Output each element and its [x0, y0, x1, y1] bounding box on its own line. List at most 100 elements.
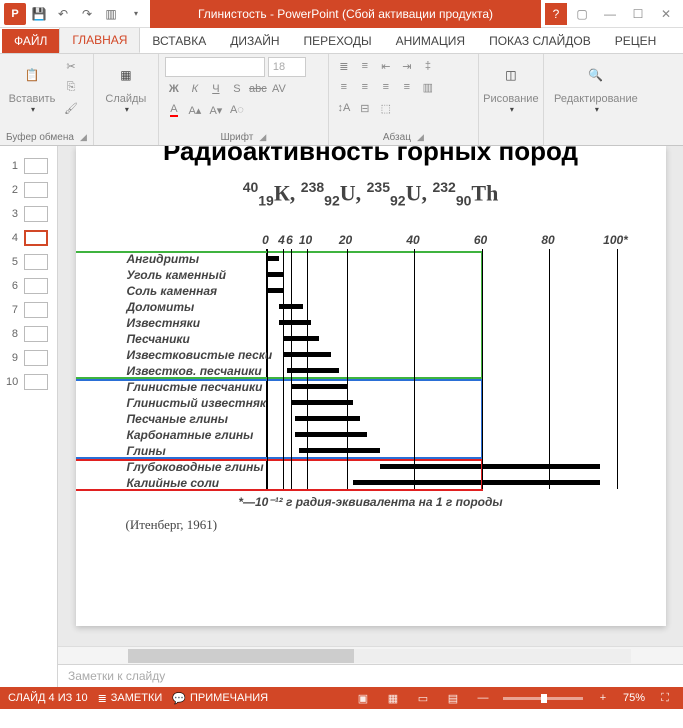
- thumb-number: 5: [6, 256, 18, 268]
- spacing-icon[interactable]: AV: [270, 80, 288, 98]
- tab-home[interactable]: ГЛАВНАЯ: [59, 28, 140, 53]
- hscroll-track[interactable]: [128, 649, 631, 663]
- thumbnail-1[interactable]: 1: [0, 154, 57, 178]
- slide-thumbnails[interactable]: 1234 5 678910: [0, 146, 58, 687]
- clipboard-launcher-icon[interactable]: ◢: [80, 132, 87, 143]
- redo-icon[interactable]: ↷: [76, 3, 98, 25]
- hscroll-thumb[interactable]: [128, 649, 354, 663]
- comments-toggle[interactable]: 💬 ПРИМЕЧАНИЯ: [172, 692, 268, 705]
- align-left-icon[interactable]: ≡: [335, 78, 353, 96]
- font-color-icon[interactable]: A: [165, 101, 183, 119]
- thumbnail-7[interactable]: 7: [0, 298, 57, 322]
- indent-inc-icon[interactable]: ⇥: [398, 57, 416, 75]
- indent-dec-icon[interactable]: ⇤: [377, 57, 395, 75]
- drawing-button[interactable]: ◫ Рисование ▾: [485, 57, 537, 116]
- align-center-icon[interactable]: ≡: [356, 78, 374, 96]
- copy-icon[interactable]: ⎘: [62, 78, 80, 96]
- paragraph-launcher-icon[interactable]: ◢: [417, 132, 424, 143]
- thumbnail-2[interactable]: 2: [0, 178, 57, 202]
- font-launcher-icon[interactable]: ◢: [259, 132, 266, 143]
- grow-font-icon[interactable]: A▴: [186, 101, 204, 119]
- justify-icon[interactable]: ≡: [398, 78, 416, 96]
- thumbnail-10[interactable]: 10: [0, 370, 57, 394]
- thumbnail-4[interactable]: 4: [0, 226, 57, 250]
- group-clipboard: 📋 Вставить ▾ ✂ ⎘ 🖌 Буфер обмена◢: [0, 54, 94, 145]
- columns-icon[interactable]: ▥: [419, 78, 437, 96]
- shadow-icon[interactable]: S: [228, 80, 246, 98]
- thumbnail-5[interactable]: 5: [0, 250, 57, 274]
- chart-row-label: Карбонатные глины: [127, 428, 267, 442]
- zoom-out-icon[interactable]: —: [473, 690, 493, 706]
- text-direction-icon[interactable]: ↕A: [335, 99, 353, 117]
- zoom-level[interactable]: 75%: [623, 692, 645, 704]
- window-controls: ? ▢ — ☐ ✕: [541, 3, 683, 25]
- tab-review[interactable]: РЕЦЕН: [603, 29, 669, 53]
- normal-view-icon[interactable]: ▣: [353, 690, 373, 706]
- slide-canvas[interactable]: Радиоактивность горных пород 4019К, 2389…: [58, 146, 683, 646]
- font-name-input[interactable]: [165, 57, 265, 77]
- thumbnail-3[interactable]: 3: [0, 202, 57, 226]
- xtick: 10: [299, 233, 312, 247]
- zoom-slider[interactable]: [503, 697, 583, 700]
- font-size-input[interactable]: [268, 57, 306, 77]
- tab-file[interactable]: ФАЙЛ: [2, 29, 59, 53]
- align-text-icon[interactable]: ⊟: [356, 99, 374, 117]
- slide-counter[interactable]: СЛАЙД 4 ИЗ 10: [8, 692, 88, 704]
- chart-row: Доломиты: [127, 299, 616, 315]
- thumbnail-8[interactable]: 8: [0, 322, 57, 346]
- qat-dropdown-icon[interactable]: ▾: [124, 3, 146, 25]
- thumb-preview: [24, 278, 48, 294]
- group-paragraph: ≣ ≡ ⇤ ⇥ ‡ ≡ ≡ ≡ ≡ ▥ ↕A ⊟ ⬚ Абзац◢: [329, 54, 479, 145]
- tab-transitions[interactable]: ПЕРЕХОДЫ: [292, 29, 384, 53]
- maximize-icon[interactable]: ☐: [625, 3, 651, 25]
- italic-icon[interactable]: К: [186, 80, 204, 98]
- xtick: 40: [406, 233, 419, 247]
- group-slides: ▦ Слайды ▾: [94, 54, 159, 145]
- slideshow-view-icon[interactable]: ▤: [443, 690, 463, 706]
- cut-icon[interactable]: ✂: [62, 57, 80, 75]
- chart-row: Соль каменная: [127, 283, 616, 299]
- paste-button[interactable]: 📋 Вставить ▾: [6, 57, 58, 116]
- reading-view-icon[interactable]: ▭: [413, 690, 433, 706]
- notes-toggle[interactable]: ≣ ЗАМЕТКИ: [98, 692, 163, 705]
- ribbon-options-icon[interactable]: ▢: [569, 3, 595, 25]
- app-icon[interactable]: P: [4, 3, 26, 25]
- undo-icon[interactable]: ↶: [52, 3, 74, 25]
- tab-animations[interactable]: АНИМАЦИЯ: [384, 29, 477, 53]
- horizontal-scrollbar[interactable]: [58, 646, 683, 664]
- underline-icon[interactable]: Ч: [207, 80, 225, 98]
- chart: 0461020406080100* АнгидритыУголь каменны…: [126, 233, 616, 533]
- smartart-icon[interactable]: ⬚: [377, 99, 395, 117]
- chart-bar: [291, 400, 354, 405]
- shrink-font-icon[interactable]: A▾: [207, 101, 225, 119]
- tab-insert[interactable]: ВСТАВКА: [140, 29, 218, 53]
- start-slideshow-icon[interactable]: ▥: [100, 3, 122, 25]
- thumbnail-9[interactable]: 9: [0, 346, 57, 370]
- sorter-view-icon[interactable]: ▦: [383, 690, 403, 706]
- thumb-preview: [24, 182, 48, 198]
- chart-row-label: Песчаники: [127, 332, 267, 346]
- tab-design[interactable]: ДИЗАЙН: [218, 29, 291, 53]
- chart-row-label: Глинистый известняк: [127, 396, 267, 410]
- notes-pane[interactable]: Заметки к слайду: [58, 664, 683, 687]
- numbering-icon[interactable]: ≡: [356, 57, 374, 75]
- tab-slideshow[interactable]: ПОКАЗ СЛАЙДОВ: [477, 29, 603, 53]
- bold-icon[interactable]: Ж: [165, 80, 183, 98]
- thumbnail-6[interactable]: 6: [0, 274, 57, 298]
- format-painter-icon[interactable]: 🖌: [62, 99, 80, 117]
- clear-format-icon[interactable]: A◌: [228, 101, 246, 119]
- chart-row-label: Соль каменная: [127, 284, 267, 298]
- align-right-icon[interactable]: ≡: [377, 78, 395, 96]
- close-icon[interactable]: ✕: [653, 3, 679, 25]
- slides-button[interactable]: ▦ Слайды ▾: [100, 57, 152, 116]
- ribbon: 📋 Вставить ▾ ✂ ⎘ 🖌 Буфер обмена◢ ▦ Слайд…: [0, 54, 683, 146]
- help-icon[interactable]: ?: [545, 3, 567, 25]
- bullets-icon[interactable]: ≣: [335, 57, 353, 75]
- minimize-icon[interactable]: —: [597, 3, 623, 25]
- line-spacing-icon[interactable]: ‡: [419, 57, 437, 75]
- editing-button[interactable]: 🔍 Редактирование ▾: [550, 57, 642, 116]
- save-icon[interactable]: 💾: [28, 3, 50, 25]
- zoom-in-icon[interactable]: +: [593, 690, 613, 706]
- strike-icon[interactable]: abc: [249, 80, 267, 98]
- fit-window-icon[interactable]: ⛶: [655, 690, 675, 706]
